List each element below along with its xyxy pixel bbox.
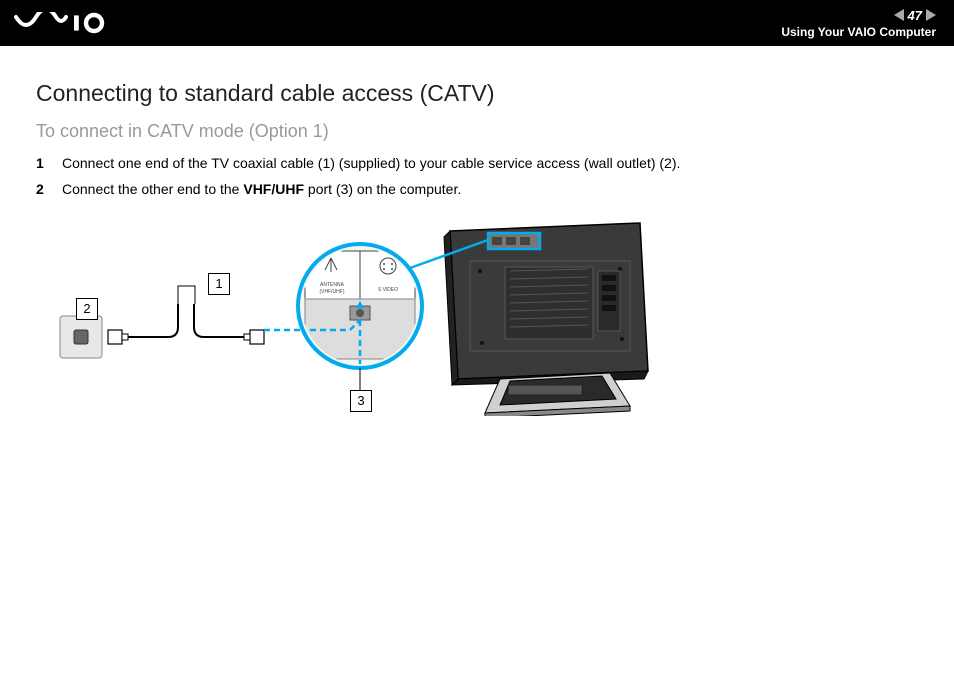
callout-3: 3: [350, 390, 372, 412]
step-2: 2 Connect the other end to the VHF/UHF p…: [36, 178, 918, 202]
page-content: Connecting to standard cable access (CAT…: [0, 46, 954, 416]
next-page-icon[interactable]: [926, 9, 936, 21]
antenna-label: ANTENNA: [320, 282, 345, 288]
page-subheading: To connect in CATV mode (Option 1): [36, 121, 918, 142]
step-text: Connect one end of the TV coaxial cable …: [62, 152, 680, 176]
callout-1: 1: [208, 273, 230, 295]
svideo-label: S VIDEO: [378, 287, 398, 293]
pager: 47: [894, 8, 936, 23]
page-number: 47: [908, 8, 922, 23]
header-bar: 47 Using Your VAIO Computer: [0, 0, 954, 46]
steps-list: 1 Connect one end of the TV coaxial cabl…: [36, 152, 918, 202]
vhf-uhf-label: (VHF/UHF): [320, 289, 345, 295]
step-number: 2: [36, 178, 50, 202]
step-1: 1 Connect one end of the TV coaxial cabl…: [36, 152, 918, 176]
section-label: Using Your VAIO Computer: [781, 25, 936, 39]
callout-2: 2: [76, 298, 98, 320]
page-heading: Connecting to standard cable access (CAT…: [36, 80, 918, 107]
step-number: 1: [36, 152, 50, 176]
header-right: 47 Using Your VAIO Computer: [781, 8, 936, 39]
step-text: Connect the other end to the VHF/UHF por…: [62, 178, 461, 202]
vaio-logo: [14, 12, 134, 34]
prev-page-icon[interactable]: [894, 9, 904, 21]
connection-diagram: ANTENNA (VHF/UHF) S VIDEO: [50, 216, 660, 416]
vaio-logo-svg: [14, 12, 134, 34]
